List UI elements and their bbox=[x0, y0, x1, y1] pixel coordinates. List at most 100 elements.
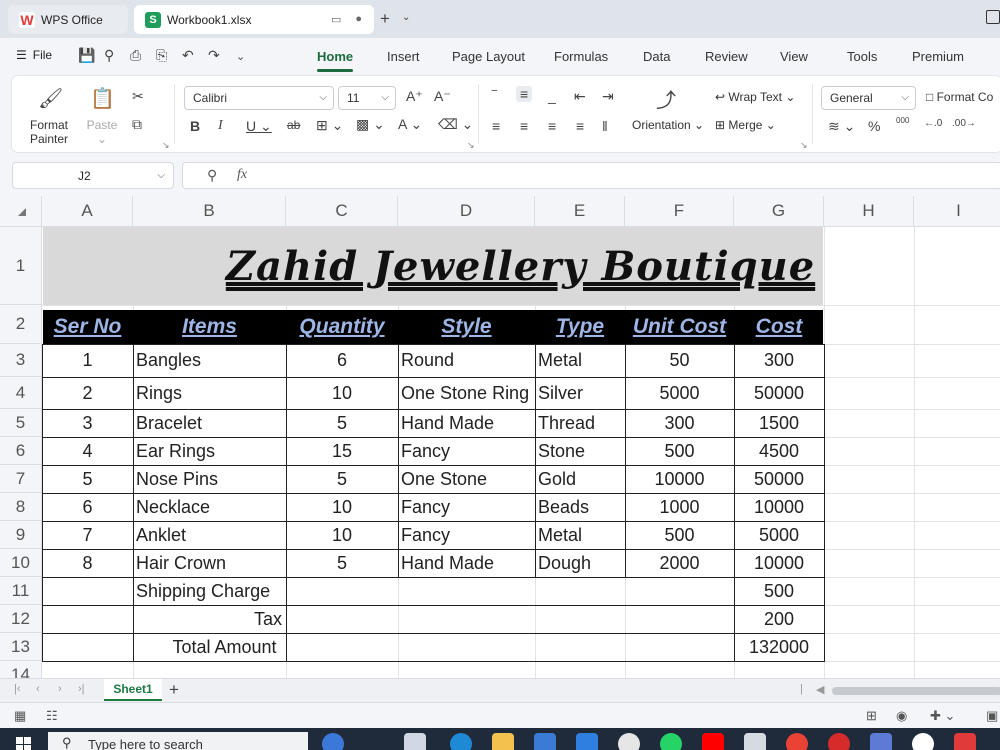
data-cell[interactable]: 300 bbox=[734, 344, 824, 377]
row-header-10[interactable]: 10 bbox=[0, 549, 42, 577]
data-cell[interactable]: Rings bbox=[133, 377, 286, 409]
copy-icon[interactable]: ⧉ bbox=[132, 116, 142, 133]
scroll-left-icon[interactable]: ◀ bbox=[816, 683, 824, 696]
data-cell[interactable]: 5 bbox=[286, 409, 398, 437]
data-cell[interactable]: 10 bbox=[286, 377, 398, 409]
column-header-e[interactable]: E bbox=[535, 196, 625, 227]
summary-value[interactable]: 132000 bbox=[734, 633, 824, 661]
chatgpt-icon[interactable] bbox=[618, 733, 640, 750]
row-header-14[interactable]: 14 bbox=[0, 661, 42, 678]
next-sheet-icon[interactable]: › bbox=[58, 683, 62, 695]
data-cell[interactable]: Thread bbox=[535, 409, 625, 437]
save-icon[interactable]: 💾 bbox=[78, 47, 95, 64]
tab-tools[interactable]: Tools bbox=[847, 49, 877, 64]
currency-icon[interactable]: ≋ ⌄ bbox=[828, 118, 855, 135]
tab-insert[interactable]: Insert bbox=[387, 49, 420, 64]
data-cell[interactable]: 300 bbox=[625, 409, 734, 437]
bold-icon[interactable]: B bbox=[190, 118, 200, 134]
row-header-1[interactable]: 1 bbox=[0, 227, 42, 305]
data-cell[interactable]: 5000 bbox=[734, 521, 824, 549]
data-cell[interactable]: 15 bbox=[286, 437, 398, 465]
align-right-icon[interactable]: ≡ bbox=[548, 118, 556, 134]
print-preview-icon[interactable]: ⎘ bbox=[156, 47, 167, 64]
page-view-icon[interactable]: ▣ bbox=[986, 708, 998, 724]
sheet-tab-sheet1[interactable]: Sheet1 bbox=[104, 679, 162, 701]
chrome-icon[interactable] bbox=[786, 733, 808, 750]
underline-icon[interactable]: U ⌄ bbox=[246, 118, 272, 135]
increase-font-icon[interactable]: A⁺ bbox=[406, 88, 423, 105]
alignment-launcher-icon[interactable]: ↘ bbox=[800, 140, 808, 151]
windows-start-icon[interactable] bbox=[16, 737, 32, 750]
font-size-select[interactable]: 11 ⌵ bbox=[338, 86, 396, 110]
youtube-icon[interactable] bbox=[702, 733, 724, 750]
data-cell[interactable]: 10000 bbox=[625, 465, 734, 493]
row-header-7[interactable]: 7 bbox=[0, 465, 42, 493]
data-cell[interactable]: 4500 bbox=[734, 437, 824, 465]
tab-data[interactable]: Data bbox=[643, 49, 670, 64]
whatsapp-icon[interactable] bbox=[660, 733, 682, 750]
chevron-down-icon[interactable]: ⌄ bbox=[402, 12, 410, 23]
formula-input[interactable]: ⚲ fx bbox=[182, 162, 1000, 189]
percent-icon[interactable]: % bbox=[868, 118, 880, 134]
row-header-5[interactable]: 5 bbox=[0, 409, 42, 437]
data-cell[interactable]: Stone bbox=[535, 437, 625, 465]
merge-button[interactable]: ⊞ Merge ⌄ bbox=[715, 118, 776, 132]
row-header-13[interactable]: 13 bbox=[0, 633, 42, 661]
data-cell[interactable]: 8 bbox=[42, 549, 133, 577]
file-menu-button[interactable]: ☰ File bbox=[16, 48, 52, 62]
format-cells-button[interactable]: □ Format Co bbox=[926, 90, 993, 104]
undo-icon[interactable]: ↶ bbox=[182, 47, 194, 64]
data-cell[interactable]: 50000 bbox=[734, 377, 824, 409]
borders-icon[interactable]: ⊞ ⌄ bbox=[316, 117, 343, 134]
cut-icon[interactable]: ✂ bbox=[132, 88, 144, 105]
summary-label[interactable]: Tax bbox=[133, 605, 286, 633]
data-cell[interactable]: 3 bbox=[42, 409, 133, 437]
data-cell[interactable]: Bracelet bbox=[133, 409, 286, 437]
tab-view[interactable]: View bbox=[780, 49, 808, 64]
column-header-h[interactable]: H bbox=[824, 196, 914, 227]
header-cell-b[interactable]: Items bbox=[133, 310, 286, 344]
align-left-icon[interactable]: ≡ bbox=[492, 118, 500, 134]
macro-icon[interactable]: ▦ bbox=[14, 708, 26, 724]
mail-icon[interactable] bbox=[576, 733, 598, 750]
align-middle-icon[interactable]: ≡ bbox=[516, 86, 533, 102]
data-cell[interactable]: One Stone Ring bbox=[398, 377, 535, 409]
tab-formulas[interactable]: Formulas bbox=[554, 49, 608, 64]
row-header-12[interactable]: 12 bbox=[0, 605, 42, 633]
data-cell[interactable]: Gold bbox=[535, 465, 625, 493]
export-icon[interactable]: ⚲ bbox=[104, 47, 114, 64]
number-format-select[interactable]: General ⌵ bbox=[821, 86, 916, 110]
header-cell-a[interactable]: Ser No bbox=[42, 310, 133, 344]
data-cell[interactable]: Necklace bbox=[133, 493, 286, 521]
thousands-separator-icon[interactable]: 000 bbox=[896, 116, 909, 125]
column-header-d[interactable]: D bbox=[398, 196, 535, 227]
row-header-9[interactable]: 9 bbox=[0, 521, 42, 549]
data-cell[interactable]: 1500 bbox=[734, 409, 824, 437]
summary-label[interactable]: Shipping Charge bbox=[133, 577, 286, 605]
align-center-icon[interactable]: ≡ bbox=[520, 118, 528, 134]
tab-premium[interactable]: Premium bbox=[912, 49, 964, 64]
tab-review[interactable]: Review bbox=[705, 49, 748, 64]
data-cell[interactable]: 10000 bbox=[734, 493, 824, 521]
data-cell[interactable]: Beads bbox=[535, 493, 625, 521]
header-cell-d[interactable]: Style bbox=[398, 310, 535, 344]
decrease-decimal-icon[interactable]: .00→ bbox=[952, 118, 976, 129]
wrap-text-button[interactable]: ↩ Wrap Text ⌄ bbox=[715, 90, 795, 104]
data-cell[interactable]: 7 bbox=[42, 521, 133, 549]
paste-button[interactable]: Paste ⌄ bbox=[80, 118, 124, 146]
data-cell[interactable]: Ear Rings bbox=[133, 437, 286, 465]
data-cell[interactable]: Fancy bbox=[398, 521, 535, 549]
data-cell[interactable]: Bangles bbox=[133, 344, 286, 377]
row-header-2[interactable]: 2 bbox=[0, 305, 42, 344]
fx-icon[interactable]: fx bbox=[237, 167, 247, 183]
layout-icon[interactable]: ✚ ⌄ bbox=[930, 708, 955, 724]
column-header-c[interactable]: C bbox=[286, 196, 398, 227]
data-cell[interactable]: Nose Pins bbox=[133, 465, 286, 493]
increase-indent-icon[interactable]: ⇥ bbox=[602, 88, 614, 105]
new-tab-plus-icon[interactable]: + bbox=[380, 9, 390, 29]
file-explorer-icon[interactable] bbox=[492, 733, 514, 750]
redo-icon[interactable]: ↷ bbox=[208, 47, 220, 64]
decrease-indent-icon[interactable]: ⇤ bbox=[574, 88, 586, 105]
data-cell[interactable]: 2000 bbox=[625, 549, 734, 577]
tab-page-layout[interactable]: Page Layout bbox=[452, 49, 525, 64]
